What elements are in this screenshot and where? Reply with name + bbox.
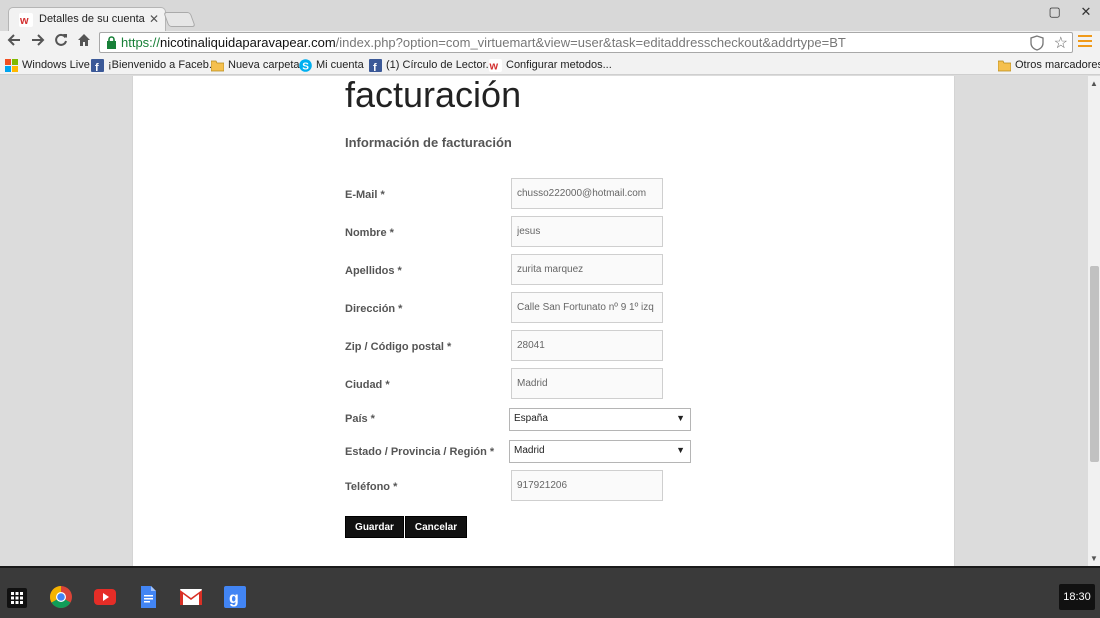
shield-icon[interactable] bbox=[1030, 35, 1044, 51]
first-name-label: Nombre * bbox=[345, 227, 394, 239]
back-arrow-icon[interactable] bbox=[3, 33, 25, 53]
region-selected-value: Madrid bbox=[514, 445, 545, 456]
save-button[interactable]: Guardar bbox=[345, 516, 404, 538]
forward-arrow-icon[interactable] bbox=[27, 33, 49, 53]
phone-label: Teléfono * bbox=[345, 481, 398, 493]
chrome-menu-icon[interactable] bbox=[1078, 35, 1092, 50]
scroll-up-arrow-icon[interactable]: ▲ bbox=[1090, 79, 1098, 88]
phone-field[interactable] bbox=[511, 470, 663, 501]
lock-icon bbox=[107, 36, 116, 49]
scrollbar-thumb[interactable] bbox=[1090, 266, 1099, 462]
w-icon: w bbox=[489, 58, 502, 72]
bookmark-circulo-lectores[interactable]: f (1) Círculo de Lector... bbox=[369, 57, 495, 73]
vertical-scrollbar[interactable]: ▲ ▼ bbox=[1088, 76, 1100, 566]
region-select[interactable]: Madrid ▼ bbox=[509, 440, 691, 463]
url-text: https://nicotinaliquidaparavapear.com/in… bbox=[121, 35, 846, 50]
bookmarks-bar: Windows Live f ¡Bienvenido a Faceb... Nu… bbox=[0, 55, 1100, 75]
windows-icon bbox=[5, 58, 18, 72]
city-label: Ciudad * bbox=[345, 379, 390, 391]
facebook-icon: f bbox=[369, 58, 382, 72]
bookmark-otros-marcadores[interactable]: Otros marcadores bbox=[998, 57, 1100, 73]
address-label: Dirección * bbox=[345, 303, 403, 315]
bookmark-facebook-bienvenido[interactable]: f ¡Bienvenido a Faceb... bbox=[91, 57, 218, 73]
reload-icon[interactable] bbox=[50, 33, 72, 53]
bookmark-star-icon[interactable]: ☆ bbox=[1054, 33, 1068, 53]
svg-text:f: f bbox=[95, 62, 99, 72]
bookmark-mi-cuenta[interactable]: S Mi cuenta bbox=[299, 57, 364, 73]
window-controls: ▢ ✕ bbox=[1041, 4, 1100, 20]
country-selected-value: España bbox=[514, 413, 548, 424]
page-content: facturación Información de facturación E… bbox=[132, 76, 955, 566]
docs-icon[interactable] bbox=[136, 585, 160, 609]
system-clock[interactable]: 18:30 bbox=[1059, 584, 1095, 610]
svg-text:w: w bbox=[19, 15, 29, 27]
section-title: Información de facturación bbox=[345, 135, 512, 150]
browser-tab[interactable]: w Detalles de su cuenta ✕ bbox=[8, 7, 166, 31]
launcher-icon[interactable] bbox=[7, 588, 27, 608]
browser-toolbar: https://nicotinaliquidaparavapear.com/in… bbox=[0, 31, 1100, 55]
close-window-icon[interactable]: ✕ bbox=[1072, 4, 1100, 20]
zip-field[interactable] bbox=[511, 330, 663, 361]
cancel-button[interactable]: Cancelar bbox=[405, 516, 467, 538]
tab-close-icon[interactable]: ✕ bbox=[149, 12, 159, 26]
region-label: Estado / Provincia / Región * bbox=[345, 446, 495, 458]
new-tab-button[interactable] bbox=[163, 12, 196, 27]
facebook-icon: f bbox=[91, 58, 104, 72]
os-shelf: g bbox=[0, 566, 1100, 618]
skype-icon: S bbox=[299, 58, 312, 72]
google-search-icon[interactable]: g bbox=[223, 585, 247, 609]
gmail-icon[interactable] bbox=[179, 585, 203, 609]
dropdown-arrow-icon: ▼ bbox=[676, 445, 685, 455]
address-bar[interactable]: https://nicotinaliquidaparavapear.com/in… bbox=[99, 32, 1073, 53]
site-favicon-icon: w bbox=[19, 13, 33, 27]
tab-title: Detalles de su cuenta bbox=[39, 13, 145, 25]
folder-icon bbox=[211, 60, 224, 71]
country-select[interactable]: España ▼ bbox=[509, 408, 691, 431]
first-name-field[interactable] bbox=[511, 216, 663, 247]
email-field[interactable] bbox=[511, 178, 663, 209]
home-icon[interactable] bbox=[73, 33, 95, 53]
address-field[interactable] bbox=[511, 292, 663, 323]
youtube-icon[interactable] bbox=[93, 585, 117, 609]
page-title: facturación bbox=[345, 76, 522, 115]
last-name-label: Apellidos * bbox=[345, 265, 402, 277]
bookmark-windows-live[interactable]: Windows Live bbox=[5, 57, 90, 73]
city-field[interactable] bbox=[511, 368, 663, 399]
last-name-field[interactable] bbox=[511, 254, 663, 285]
page-viewport: facturación Información de facturación E… bbox=[0, 76, 1088, 566]
chrome-icon[interactable] bbox=[49, 585, 73, 609]
maximize-icon[interactable]: ▢ bbox=[1041, 4, 1069, 20]
zip-label: Zip / Código postal * bbox=[345, 341, 452, 353]
scroll-down-arrow-icon[interactable]: ▼ bbox=[1090, 554, 1098, 563]
svg-text:f: f bbox=[373, 62, 377, 72]
svg-text:g: g bbox=[229, 590, 239, 607]
svg-text:w: w bbox=[489, 60, 499, 72]
window-titlebar: w Detalles de su cuenta ✕ ▢ ✕ bbox=[0, 0, 1100, 31]
country-label: País * bbox=[345, 413, 375, 425]
svg-text:S: S bbox=[302, 61, 309, 72]
dropdown-arrow-icon: ▼ bbox=[676, 413, 685, 423]
folder-icon bbox=[998, 60, 1011, 71]
bookmark-nueva-carpeta[interactable]: Nueva carpeta bbox=[211, 57, 300, 73]
bookmark-configurar-metodos[interactable]: w Configurar metodos... bbox=[489, 57, 612, 73]
email-label: E-Mail * bbox=[345, 189, 385, 201]
